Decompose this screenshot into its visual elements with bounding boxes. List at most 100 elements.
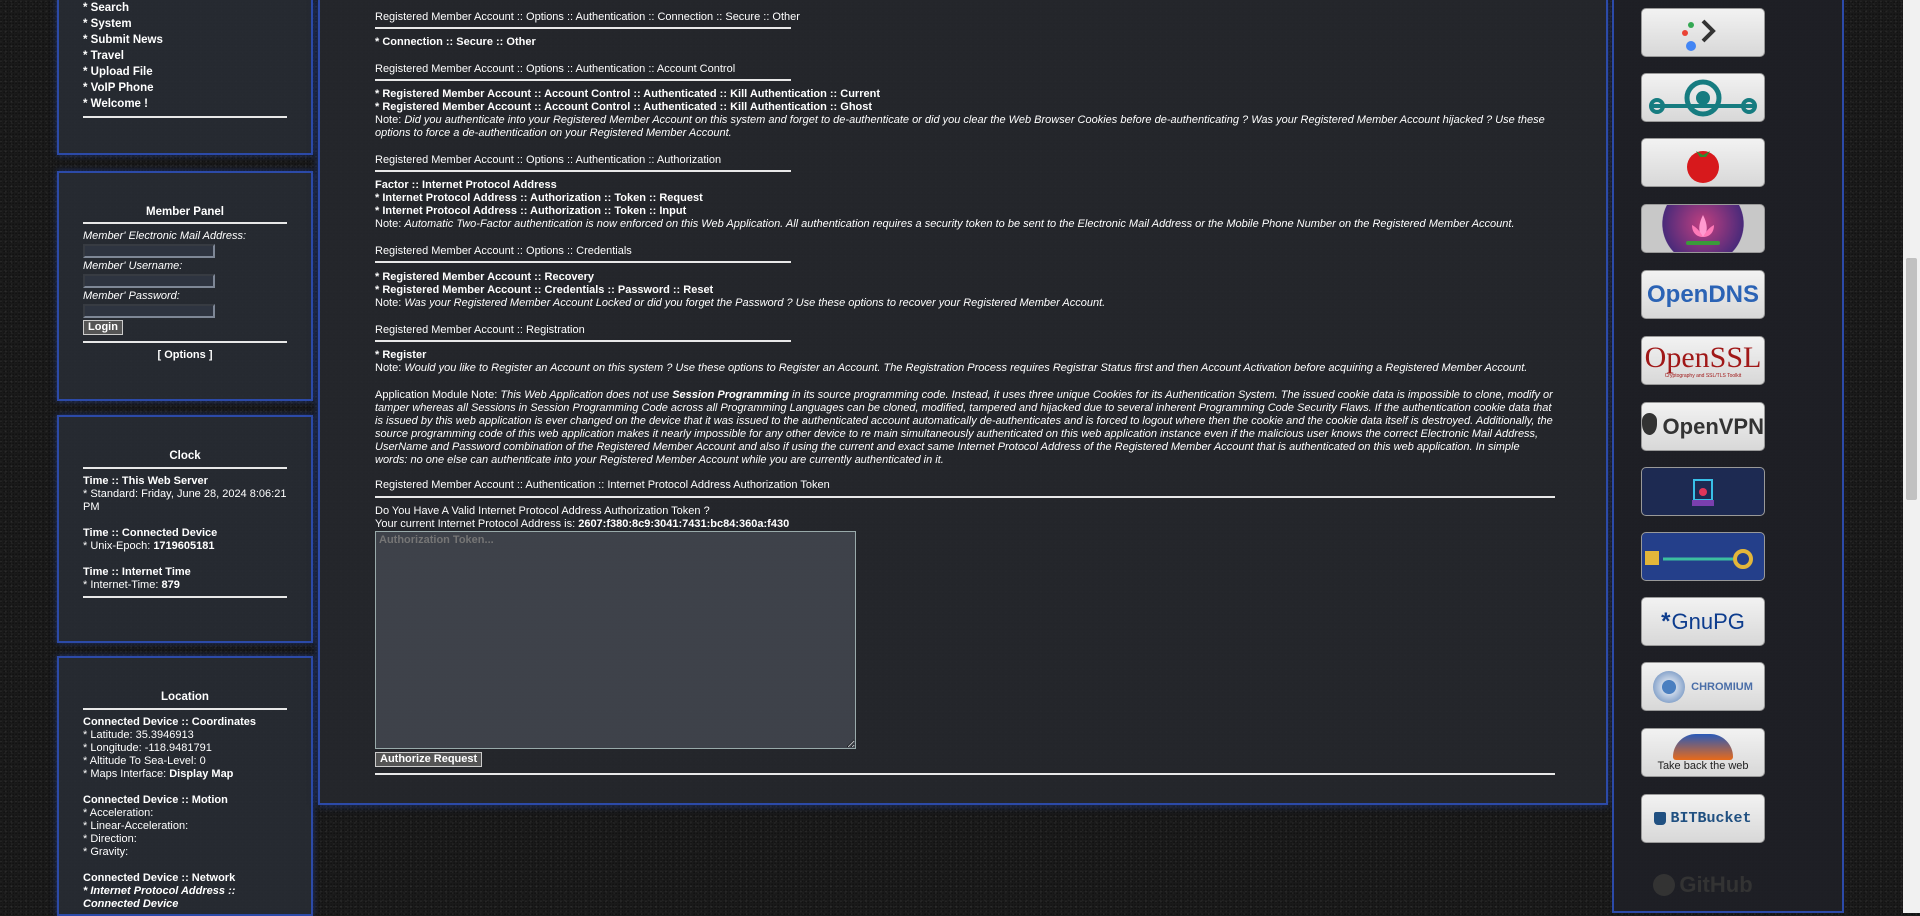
motion-heading: Connected Device :: Motion bbox=[83, 794, 228, 806]
divider bbox=[83, 708, 287, 710]
divider bbox=[375, 170, 791, 172]
divider bbox=[83, 116, 287, 118]
divider bbox=[83, 467, 287, 469]
device-time-heading: Time :: Connected Device bbox=[83, 527, 218, 539]
password-reset-link[interactable]: * Registered Member Account :: Credentia… bbox=[375, 284, 1555, 297]
acceleration-row: * Acceleration: bbox=[83, 807, 154, 819]
google-dev-tile[interactable] bbox=[1641, 8, 1765, 57]
key-tile[interactable] bbox=[1641, 532, 1765, 581]
coords-heading: Connected Device :: Coordinates bbox=[83, 716, 256, 728]
firefox-tile[interactable]: Take back the web bbox=[1641, 728, 1765, 777]
email-label: Member' Electronic Mail Address: bbox=[83, 230, 247, 242]
google-dev-icon bbox=[1682, 19, 1716, 51]
authorization-token-input[interactable] bbox=[375, 531, 856, 749]
openssl-tile[interactable]: OpenSSL Cryptography and SSL/TLS Toolkit bbox=[1641, 336, 1765, 385]
main-content-panel: Registered Member Account :: Options :: … bbox=[318, 0, 1608, 805]
openssl-subtitle: Cryptography and SSL/TLS Toolkit bbox=[1664, 372, 1742, 379]
section-header: Registered Member Account :: Options :: … bbox=[375, 11, 800, 23]
altitude-row: * Altitude To Sea-Level: 0 bbox=[83, 755, 206, 767]
tomato-tile[interactable] bbox=[1641, 138, 1765, 187]
nav-item-search[interactable]: * Search bbox=[83, 0, 287, 16]
openvpn-shield-icon bbox=[1642, 412, 1657, 435]
bitbucket-icon bbox=[1654, 812, 1667, 825]
ip-token-input-link[interactable]: * Internet Protocol Address :: Authoriza… bbox=[375, 205, 1555, 218]
register-link[interactable]: * Register bbox=[375, 349, 1555, 362]
openvpn-label: OpenVPN bbox=[1662, 413, 1764, 439]
connection-secure-other-link[interactable]: * Connection :: Secure :: Other bbox=[375, 36, 1555, 49]
opendns-tile[interactable]: OpenDNS bbox=[1641, 270, 1765, 319]
password-field[interactable] bbox=[83, 304, 215, 318]
network-item[interactable]: * Internet Protocol Address :: Connected… bbox=[83, 885, 287, 911]
login-button[interactable]: Login bbox=[83, 320, 123, 335]
nav-item-travel[interactable]: * Travel bbox=[83, 48, 287, 64]
divider bbox=[83, 596, 287, 598]
options-link[interactable]: [ Options ] bbox=[83, 349, 287, 361]
account-recovery-link[interactable]: * Registered Member Account :: Recovery bbox=[375, 271, 1555, 284]
lotus-icon bbox=[1686, 214, 1720, 245]
display-map-link[interactable]: Display Map bbox=[169, 768, 233, 780]
location-panel: Location Connected Device :: Coordinates… bbox=[57, 656, 313, 916]
email-field[interactable] bbox=[83, 244, 215, 258]
member-panel: Member Panel Member' Electronic Mail Add… bbox=[57, 171, 313, 401]
section-header: Registered Member Account :: Options :: … bbox=[375, 154, 722, 166]
bitbucket-label: BITBucket bbox=[1670, 810, 1752, 827]
github-tile[interactable]: GitHub bbox=[1641, 860, 1765, 909]
openvpn-tile[interactable]: OpenVPN bbox=[1641, 402, 1765, 451]
server-time-value: * Standard: Friday, June 28, 2024 8:06:2… bbox=[83, 488, 287, 513]
username-field[interactable] bbox=[83, 274, 215, 288]
note: Note: Automatic Two-Factor authenticatio… bbox=[375, 218, 1515, 230]
linear-acceleration-row: * Linear-Acceleration: bbox=[83, 820, 189, 832]
security-tile[interactable] bbox=[1641, 467, 1765, 516]
server-time-heading: Time :: This Web Server bbox=[83, 475, 208, 487]
gnupg-key-icon: * bbox=[1661, 607, 1671, 635]
key-icon bbox=[1645, 548, 1753, 569]
lineageos-tile[interactable] bbox=[1641, 73, 1765, 122]
security-icon bbox=[1692, 478, 1714, 506]
openssl-label: OpenSSL bbox=[1644, 340, 1762, 374]
divider bbox=[375, 261, 791, 263]
firefox-logo-icon bbox=[1673, 733, 1733, 760]
github-icon bbox=[1653, 873, 1676, 896]
divider bbox=[375, 79, 791, 81]
note: Note: Did you authenticate into your Reg… bbox=[375, 114, 1545, 139]
nav-item-welcome[interactable]: * Welcome ! bbox=[83, 96, 287, 112]
internet-time-heading: Time :: Internet Time bbox=[83, 566, 191, 578]
token-question: Do You Have A Valid Internet Protocol Ad… bbox=[375, 505, 710, 517]
factor-ip-link[interactable]: Factor :: Internet Protocol Address bbox=[375, 179, 1555, 192]
gnupg-tile[interactable]: * GnuPG bbox=[1641, 597, 1765, 646]
opendns-label: OpenDNS bbox=[1646, 280, 1759, 308]
ip-token-request-link[interactable]: * Internet Protocol Address :: Authoriza… bbox=[375, 192, 1555, 205]
note: Note: Was your Registered Member Account… bbox=[375, 297, 1106, 309]
github-label: GitHub bbox=[1679, 871, 1753, 897]
section-header: Registered Member Account :: Registratio… bbox=[375, 324, 585, 336]
longitude-row: * Longitude: -118.9481791 bbox=[83, 742, 212, 754]
kill-auth-current-link[interactable]: * Registered Member Account :: Account C… bbox=[375, 88, 1555, 101]
lotus-tile[interactable] bbox=[1641, 204, 1765, 253]
direction-row: * Direction: bbox=[83, 833, 137, 845]
username-label: Member' Username: bbox=[83, 260, 183, 272]
scrollbar-thumb[interactable] bbox=[1906, 258, 1917, 500]
current-ip-row: Your current Internet Protocol Address i… bbox=[375, 518, 790, 530]
clock-title: Clock bbox=[169, 450, 201, 462]
bitbucket-tile[interactable]: BITBucket bbox=[1641, 794, 1765, 843]
kill-auth-ghost-link[interactable]: * Registered Member Account :: Account C… bbox=[375, 101, 1555, 114]
nav-item-submit-news[interactable]: * Submit News bbox=[83, 32, 287, 48]
maps-row: * Maps Interface: Display Map bbox=[83, 768, 234, 780]
note: Note: Would you like to Register an Acco… bbox=[375, 362, 1528, 374]
nav-item-voip-phone[interactable]: * VoIP Phone bbox=[83, 80, 287, 96]
divider bbox=[375, 773, 1555, 775]
lineageos-icon bbox=[1649, 79, 1757, 116]
page-scrollbar[interactable] bbox=[1903, 0, 1920, 913]
right-sidebar: OpenDNS OpenSSL Cryptography and SSL/TLS… bbox=[1612, 0, 1844, 913]
internet-time-row: * Internet-Time: 879 bbox=[83, 579, 180, 591]
firefox-label: Take back the web bbox=[1657, 759, 1749, 772]
divider bbox=[375, 496, 1555, 498]
authorize-request-button[interactable]: Authorize Request bbox=[375, 752, 483, 767]
divider bbox=[375, 27, 791, 29]
section-header: Registered Member Account :: Options :: … bbox=[375, 63, 736, 75]
nav-item-system[interactable]: * System bbox=[83, 16, 287, 32]
chromium-tile[interactable]: CHROMIUM bbox=[1641, 662, 1765, 711]
network-heading: Connected Device :: Network bbox=[83, 872, 236, 884]
unix-epoch-row: * Unix-Epoch: 1719605181 bbox=[83, 540, 215, 552]
nav-item-upload-file[interactable]: * Upload File bbox=[83, 64, 287, 80]
